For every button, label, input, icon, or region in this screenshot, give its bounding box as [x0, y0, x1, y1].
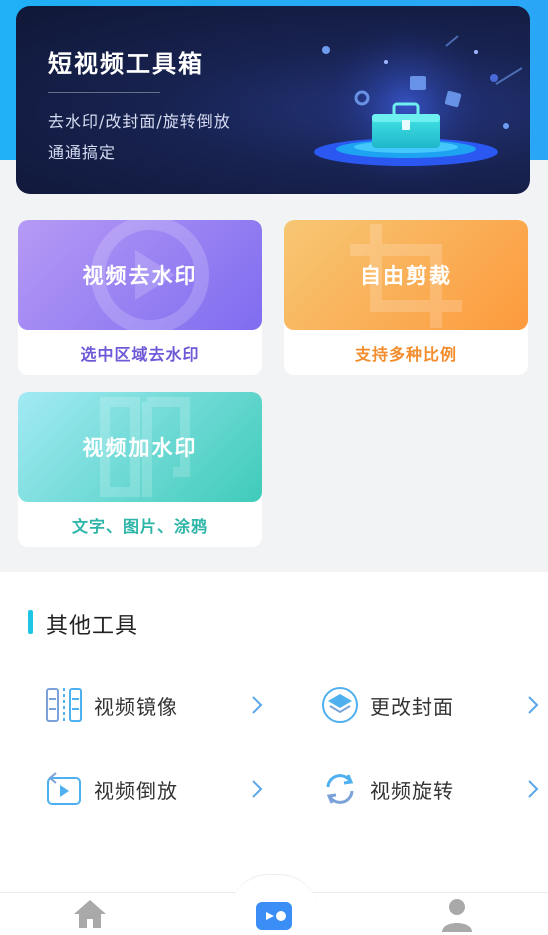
home-icon[interactable]	[70, 894, 110, 934]
remove-watermark-subtitle: 选中区域去水印	[80, 344, 200, 364]
video-reverse-item[interactable]: 视频倒放	[44, 764, 264, 814]
banner-subtitle-line1: 去水印/改封面/旋转倒放	[48, 112, 231, 131]
chevron-right-icon	[528, 696, 539, 714]
cover-icon	[322, 687, 358, 723]
video-rotate-label: 视频旋转	[370, 778, 454, 803]
video-reverse-label: 视频倒放	[94, 778, 178, 803]
remove-watermark-card[interactable]: 视频去水印 选中区域去水印	[18, 220, 262, 375]
free-crop-title: 自由剪裁	[360, 264, 452, 288]
profile-icon[interactable]	[437, 894, 477, 934]
banner-divider	[48, 92, 160, 93]
video-mirror-label: 视频镜像	[94, 694, 178, 719]
change-cover-item[interactable]: 更改封面	[320, 680, 540, 730]
banner-subtitle: 去水印/改封面/旋转倒放 通通搞定	[48, 106, 308, 168]
add-watermark-title: 视频加水印	[82, 436, 198, 460]
toolbox-banner[interactable]: 短视频工具箱 去水印/改封面/旋转倒放 通通搞定	[16, 6, 530, 194]
rotate-icon	[326, 774, 354, 804]
reverse-play-icon	[47, 772, 81, 805]
free-crop-card-header: 自由剪裁	[284, 220, 528, 330]
video-mirror-item[interactable]: 视频镜像	[44, 680, 264, 730]
add-watermark-subtitle: 文字、图片、涂鸦	[71, 516, 208, 536]
banner-subtitle-line2: 通通搞定	[48, 143, 117, 162]
chevron-right-icon	[528, 780, 539, 798]
video-rotate-item[interactable]: 视频旋转	[320, 764, 540, 814]
remove-watermark-card-header: 视频去水印	[18, 220, 262, 330]
other-tools-title: 其他工具	[46, 614, 139, 639]
other-tools-section: 其他工具 视频镜像 更改封面 视频倒放 视频旋转	[0, 572, 548, 892]
chevron-right-icon	[252, 780, 263, 798]
add-watermark-card[interactable]: 视频加水印 文字、图片、涂鸦	[18, 392, 262, 547]
section-accent-bar	[28, 610, 33, 634]
change-cover-label: 更改封面	[370, 694, 454, 719]
free-crop-subtitle: 支持多种比例	[354, 344, 457, 364]
mirror-icon	[46, 688, 82, 722]
toolbox-illustration	[314, 16, 523, 194]
free-crop-card[interactable]: 自由剪裁 支持多种比例	[284, 220, 528, 375]
app-root: 短视频工具箱 去水印/改封面/旋转倒放 通通搞定 视频去水印 选中区域去水印 自…	[0, 0, 548, 935]
banner-title: 短视频工具箱	[48, 50, 204, 78]
add-watermark-card-header: 视频加水印	[18, 392, 262, 502]
remove-watermark-title: 视频去水印	[82, 264, 198, 288]
chevron-right-icon	[252, 696, 263, 714]
video-tools-icon[interactable]	[254, 896, 294, 935]
